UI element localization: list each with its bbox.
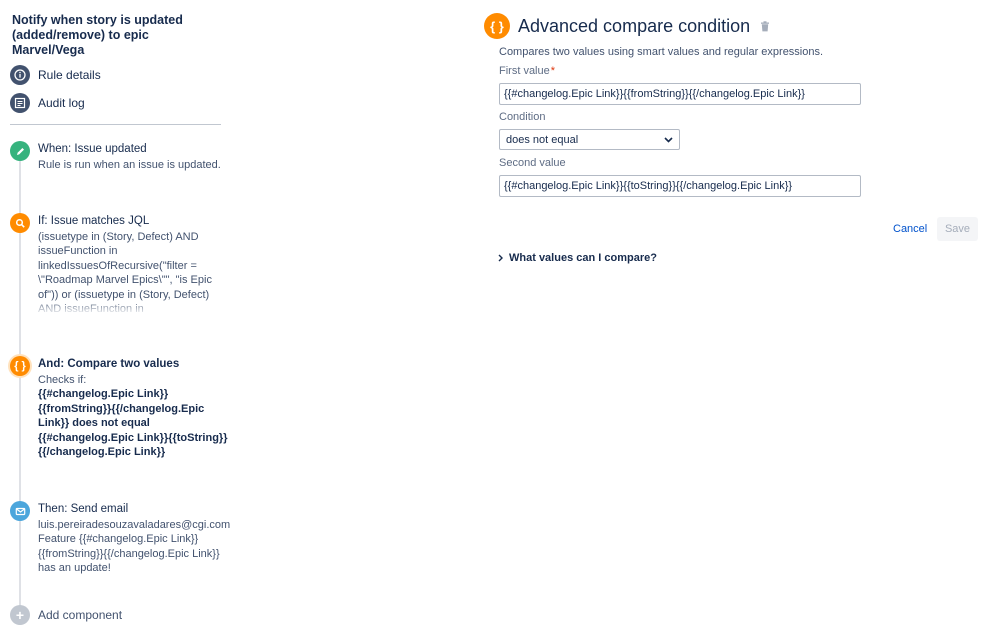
info-icon [10, 65, 30, 85]
pencil-icon [10, 141, 30, 161]
sidebar-divider [10, 124, 221, 125]
braces-icon: { } [484, 13, 510, 39]
step-if-desc: (issuetype in (Story, Defect) AND issueF… [38, 230, 228, 315]
search-icon [10, 213, 30, 233]
step-and-title: And: Compare two values [38, 358, 180, 370]
add-component-label: Add component [38, 608, 123, 622]
component-config-panel: { } Advanced compare condition Compares … [484, 0, 994, 640]
panel-description: Compares two values using smart values a… [499, 46, 824, 58]
step-then-title: Then: Send email [38, 503, 129, 515]
rule-sidebar: Notify when story is updated (added/remo… [0, 0, 232, 640]
panel-header: { } Advanced compare condition [484, 13, 770, 39]
first-value-input[interactable] [499, 83, 861, 105]
step-when-issue-updated[interactable]: When: Issue updated Rule is run when an … [10, 141, 225, 181]
step-then-send-email[interactable]: Then: Send email luis.pereiradesouzavala… [10, 501, 231, 581]
trash-icon[interactable] [760, 20, 770, 32]
plus-icon: + [10, 605, 30, 625]
step-if-title: If: Issue matches JQL [38, 215, 150, 227]
condition-selected-value: does not equal [506, 133, 579, 146]
mail-icon [10, 501, 30, 521]
chevron-down-icon [664, 136, 673, 143]
chevron-right-icon [498, 254, 503, 262]
panel-title: Advanced compare condition [518, 15, 751, 36]
step-and-compare-two-values[interactable]: { } And: Compare two values Checks if: {… [10, 356, 228, 474]
second-value-input[interactable] [499, 175, 861, 197]
add-component-button[interactable]: + Add component [10, 605, 122, 625]
save-button[interactable]: Save [937, 217, 978, 241]
step-and-desc: {{#changelog.Epic Link}}{{fromString}}{{… [38, 387, 228, 474]
what-values-expander[interactable]: What values can I compare? [498, 252, 657, 264]
step-then-email: luis.pereiradesouzavaladares@cgi.com [38, 518, 231, 531]
braces-icon: { } [10, 356, 30, 376]
second-value-label: Second value [499, 157, 566, 169]
what-values-label: What values can I compare? [509, 252, 657, 264]
condition-select[interactable]: does not equal [499, 129, 680, 150]
required-asterisk: * [550, 65, 556, 77]
step-and-checks: Checks if: [38, 373, 87, 386]
nav-audit-log-label: Audit log [38, 96, 85, 110]
nav-rule-details-label: Rule details [38, 68, 101, 82]
step-then-desc: Feature {{#changelog.Epic Link}}{{fromSt… [38, 533, 220, 574]
cancel-button[interactable]: Cancel [889, 218, 931, 240]
nav-audit-log[interactable]: Audit log [10, 92, 85, 114]
nav-rule-details[interactable]: Rule details [10, 64, 101, 86]
step-when-desc: Rule is run when an issue is updated. [38, 158, 221, 171]
step-when-title: When: Issue updated [38, 143, 147, 155]
first-value-label: First value* [499, 65, 555, 77]
list-icon [10, 93, 30, 113]
first-value-label-text: First value [499, 65, 550, 77]
condition-label: Condition [499, 111, 546, 123]
step-if-issue-matches-jql[interactable]: If: Issue matches JQL (issuetype in (Sto… [10, 213, 228, 323]
rule-title: Notify when story is updated (added/remo… [12, 13, 183, 57]
